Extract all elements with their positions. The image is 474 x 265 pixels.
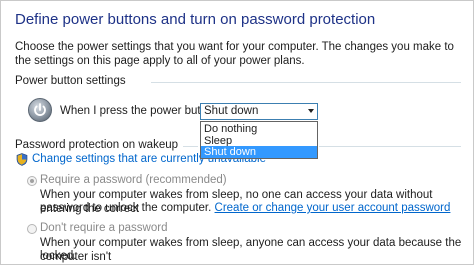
dont-require-password-label: Don't require a password bbox=[40, 222, 168, 234]
dont-require-password-radio[interactable] bbox=[27, 224, 37, 234]
power-button-action-dropdown: Do nothing Sleep Shut down bbox=[200, 121, 318, 159]
chevron-down-icon[interactable] bbox=[308, 109, 314, 113]
require-password-description-text: password to unlock the computer. bbox=[40, 202, 212, 214]
power-button-label: When I press the power button: bbox=[60, 105, 220, 117]
power-icon bbox=[28, 98, 52, 122]
power-section-divider bbox=[151, 82, 461, 83]
change-account-password-link[interactable]: Create or change your user account passw… bbox=[215, 202, 451, 214]
shield-icon bbox=[16, 153, 28, 166]
option-shut-down[interactable]: Shut down bbox=[201, 146, 317, 158]
dont-require-password-description-line1: When your computer wakes from sleep, any… bbox=[40, 237, 462, 263]
power-section-label: Power button settings bbox=[15, 75, 126, 87]
require-password-radio[interactable] bbox=[27, 176, 37, 186]
require-password-description-line2: password to unlock the computer. Create … bbox=[40, 201, 450, 215]
intro-text: Choose the power settings that you want … bbox=[15, 41, 454, 67]
power-options-panel: Define power buttons and turn on passwor… bbox=[0, 0, 474, 265]
page-title: Define power buttons and turn on passwor… bbox=[15, 11, 376, 28]
dont-require-password-description-line2: locked. bbox=[40, 250, 77, 262]
password-section-divider-right bbox=[319, 146, 461, 147]
option-do-nothing[interactable]: Do nothing bbox=[201, 123, 317, 135]
power-button-action-value: Shut down bbox=[204, 105, 259, 117]
password-section-label: Password protection on wakeup bbox=[15, 139, 179, 151]
require-password-label: Require a password (recommended) bbox=[40, 174, 227, 186]
password-section-divider-left bbox=[183, 146, 198, 147]
power-button-action-select[interactable]: Shut down bbox=[200, 103, 318, 120]
